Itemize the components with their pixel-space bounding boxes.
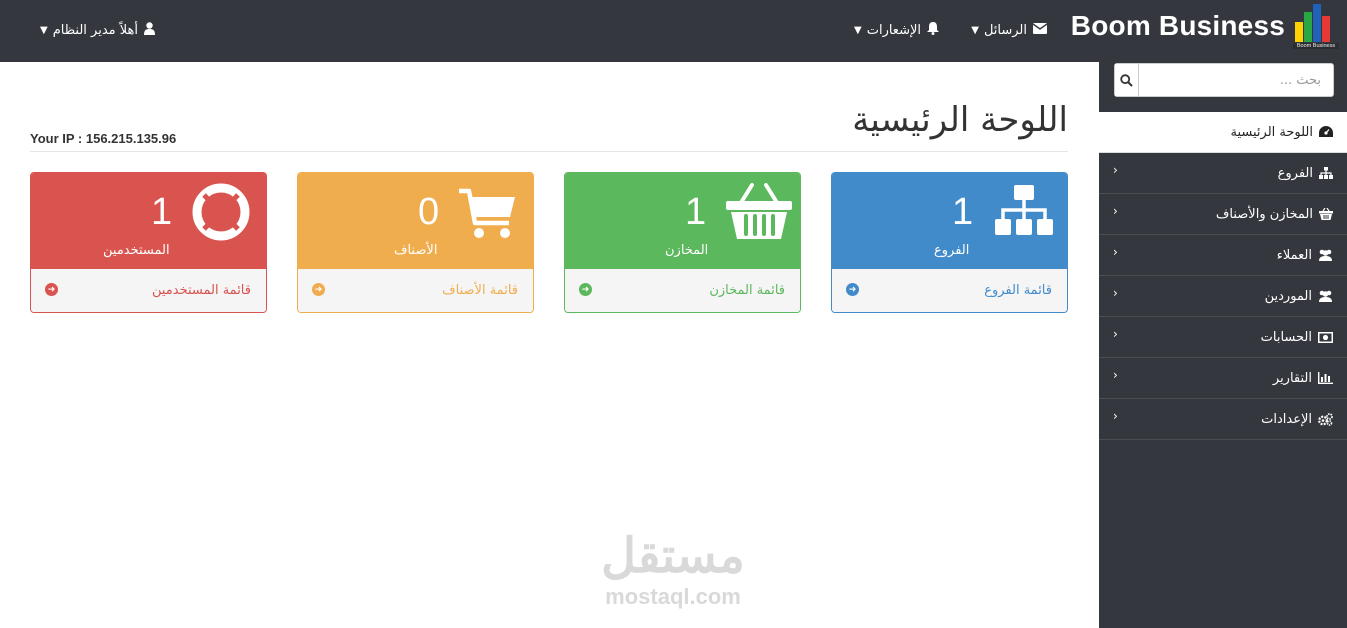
- card-count: 1: [952, 191, 974, 233]
- sidebar-item-label: الإعدادات: [1261, 411, 1312, 427]
- basket-icon: [726, 183, 792, 243]
- sidebar-item-label: الموردين: [1264, 288, 1312, 304]
- stat-card-warehouses: 1 المخازن قائمة المخازن ➜: [564, 172, 801, 313]
- card-header: 1 المخازن: [565, 173, 800, 271]
- chevron-left-icon: ‹: [1113, 368, 1118, 382]
- stat-card-items: 0 الأصناف قائمة الأصناف ➜: [297, 172, 534, 313]
- card-label: المخازن: [665, 243, 709, 258]
- sitemap-icon: [1319, 167, 1333, 179]
- card-count: 0: [418, 191, 440, 233]
- search-input[interactable]: [1139, 64, 1333, 96]
- logo-caption: Boom Business: [1293, 43, 1339, 49]
- dashboard-icon: [1319, 126, 1333, 138]
- chevron-left-icon: ‹: [1113, 204, 1118, 218]
- sidebar-item-label: العملاء: [1276, 247, 1312, 263]
- chevron-left-icon: ‹: [1113, 327, 1118, 341]
- sitemap-icon: [995, 185, 1055, 245]
- watermark: مستقل mostaql.com: [590, 530, 756, 610]
- stat-card-users: 1 المستخدمين قائمة المستخدمين ➜: [30, 172, 267, 313]
- arrow-circle-right-icon: ➜: [45, 283, 58, 296]
- users-list-link[interactable]: قائمة المستخدمين ➜: [31, 269, 266, 312]
- title-divider: [30, 151, 1068, 152]
- card-count: 1: [151, 191, 173, 233]
- watermark-latin: mostaql.com: [605, 584, 741, 609]
- page-title: اللوحة الرئيسية: [852, 100, 1068, 140]
- bar-chart-icon: [1318, 372, 1333, 384]
- money-icon: [1318, 331, 1333, 343]
- ip-address: Your IP : 156.215.135.96: [30, 131, 177, 146]
- search-button[interactable]: [1115, 64, 1139, 96]
- user-icon: [144, 21, 155, 39]
- card-header: 0 الأصناف: [298, 173, 533, 271]
- envelope-icon: [1032, 22, 1048, 38]
- cart-icon: [459, 187, 519, 247]
- brand-name: Boom Business: [1070, 10, 1285, 41]
- messages-dropdown[interactable]: الرسائل ▼: [971, 20, 1048, 40]
- life-ring-icon: [192, 183, 252, 243]
- card-link-label: قائمة المستخدمين: [151, 283, 251, 298]
- sidebar: اللوحة الرئيسية الفروع ‹ المخازن والأصنا…: [1099, 62, 1347, 628]
- arrow-circle-right-icon: ➜: [312, 283, 325, 296]
- sidebar-item-label: الفروع: [1277, 165, 1313, 181]
- items-list-link[interactable]: قائمة الأصناف ➜: [298, 269, 533, 312]
- sidebar-item-label: التقارير: [1272, 370, 1312, 386]
- brand-logo-icon: Boom Business: [1293, 4, 1339, 49]
- users-icon: [1318, 249, 1333, 261]
- caret-down-icon: ▼: [854, 24, 862, 36]
- sidebar-item-label: الحسابات: [1260, 329, 1312, 345]
- app-root: Boom Business Boom Business الرسائل ▼ ال…: [0, 0, 1347, 628]
- chevron-left-icon: ‹: [1113, 245, 1118, 259]
- basket-icon: [1319, 208, 1333, 220]
- watermark-arabic: مستقل: [601, 530, 745, 583]
- sidebar-item-reports[interactable]: التقارير ‹: [1099, 358, 1347, 399]
- chevron-left-icon: ‹: [1113, 409, 1118, 423]
- card-label: الفروع: [934, 243, 970, 258]
- sidebar-item-accounts[interactable]: الحسابات ‹: [1099, 317, 1347, 358]
- arrow-circle-right-icon: ➜: [846, 283, 859, 296]
- card-link-label: قائمة الأصناف: [442, 283, 518, 298]
- messages-label: الرسائل: [983, 22, 1027, 38]
- sidebar-item-label: اللوحة الرئيسية: [1230, 124, 1313, 140]
- card-link-label: قائمة الفروع: [984, 283, 1052, 298]
- card-header: 1 الفروع: [832, 173, 1067, 271]
- notifications-dropdown[interactable]: الإشعارات ▼: [854, 20, 939, 40]
- search-box: [1114, 63, 1334, 97]
- warehouses-list-link[interactable]: قائمة المخازن ➜: [565, 269, 800, 312]
- sidebar-item-branches[interactable]: الفروع ‹: [1099, 153, 1347, 194]
- sidebar-item-label: المخازن والأصناف: [1215, 206, 1313, 222]
- sidebar-item-customers[interactable]: العملاء ‹: [1099, 235, 1347, 276]
- sidebar-item-warehouses-items[interactable]: المخازن والأصناف ‹: [1099, 194, 1347, 235]
- search-icon: [1120, 73, 1133, 87]
- notifications-label: الإشعارات: [866, 22, 921, 38]
- card-count: 1: [685, 191, 707, 233]
- caret-down-icon: ▼: [40, 24, 48, 36]
- bell-icon: [927, 21, 939, 39]
- sidebar-item-dashboard[interactable]: اللوحة الرئيسية: [1099, 112, 1347, 153]
- sidebar-item-suppliers[interactable]: الموردين ‹: [1099, 276, 1347, 317]
- sidebar-item-settings[interactable]: الإعدادات ‹: [1099, 399, 1347, 440]
- card-label: الأصناف: [394, 243, 438, 258]
- top-navbar: Boom Business Boom Business الرسائل ▼ ال…: [0, 0, 1347, 62]
- users-icon: [1318, 290, 1333, 302]
- branches-list-link[interactable]: قائمة الفروع ➜: [832, 269, 1067, 312]
- user-menu-dropdown[interactable]: أهلاً مدير النظام ▼: [40, 20, 155, 40]
- cogs-icon: [1318, 412, 1333, 426]
- card-link-label: قائمة المخازن: [709, 283, 785, 298]
- chevron-left-icon: ‹: [1113, 163, 1118, 177]
- arrow-circle-right-icon: ➜: [579, 283, 592, 296]
- brand[interactable]: Boom Business Boom Business: [1071, 3, 1339, 49]
- user-greeting: أهلاً مدير النظام: [52, 22, 138, 38]
- stat-card-branches: 1 الفروع قائمة الفروع ➜: [831, 172, 1068, 313]
- caret-down-icon: ▼: [971, 24, 979, 36]
- card-header: 1 المستخدمين: [31, 173, 266, 271]
- sidebar-menu: اللوحة الرئيسية الفروع ‹ المخازن والأصنا…: [1099, 112, 1347, 440]
- card-label: المستخدمين: [103, 243, 170, 258]
- chevron-left-icon: ‹: [1113, 286, 1118, 300]
